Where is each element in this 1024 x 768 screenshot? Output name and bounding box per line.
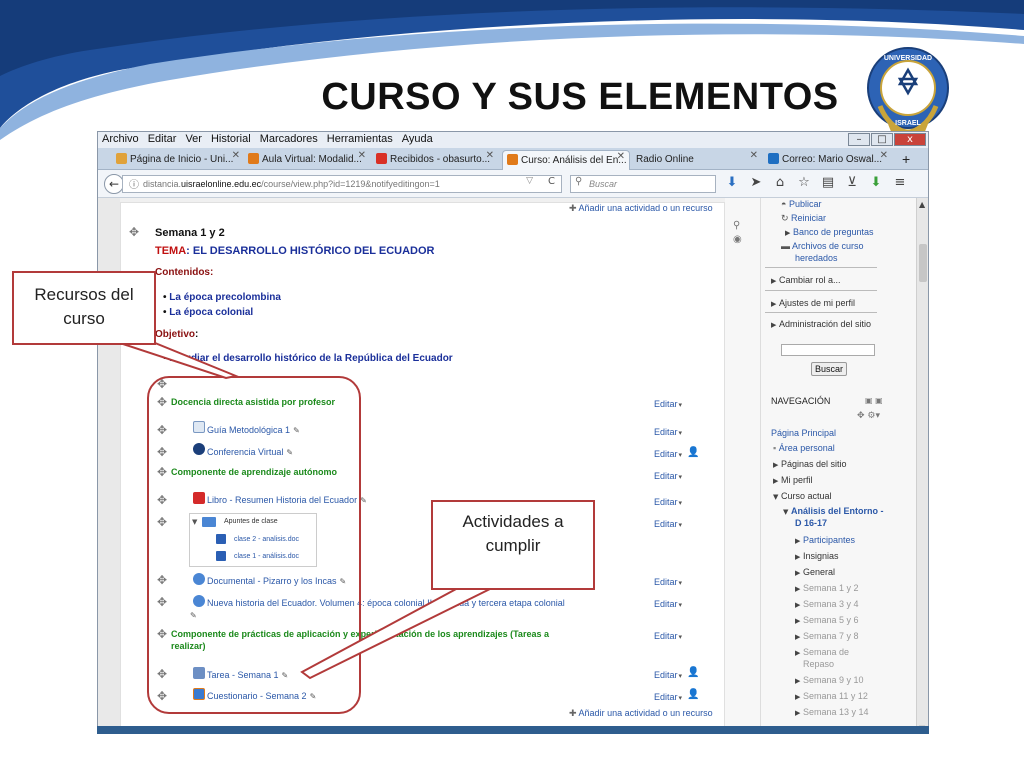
callout-line: Actividades a bbox=[462, 512, 564, 531]
recursos-arrow bbox=[119, 342, 240, 380]
callout-recursos: Recursos del curso bbox=[12, 271, 156, 345]
callout-line: Recursos del bbox=[34, 285, 134, 304]
callout-line: cumplir bbox=[485, 536, 541, 555]
callout-line: curso bbox=[63, 309, 105, 328]
callout-actividades: Actividades a cumplir bbox=[431, 500, 595, 590]
slide: { "slide": { "title": "CURSO Y SUS ELEME… bbox=[0, 0, 1024, 768]
annotation-arrows bbox=[119, 342, 493, 680]
actividades-arrow bbox=[300, 587, 493, 680]
